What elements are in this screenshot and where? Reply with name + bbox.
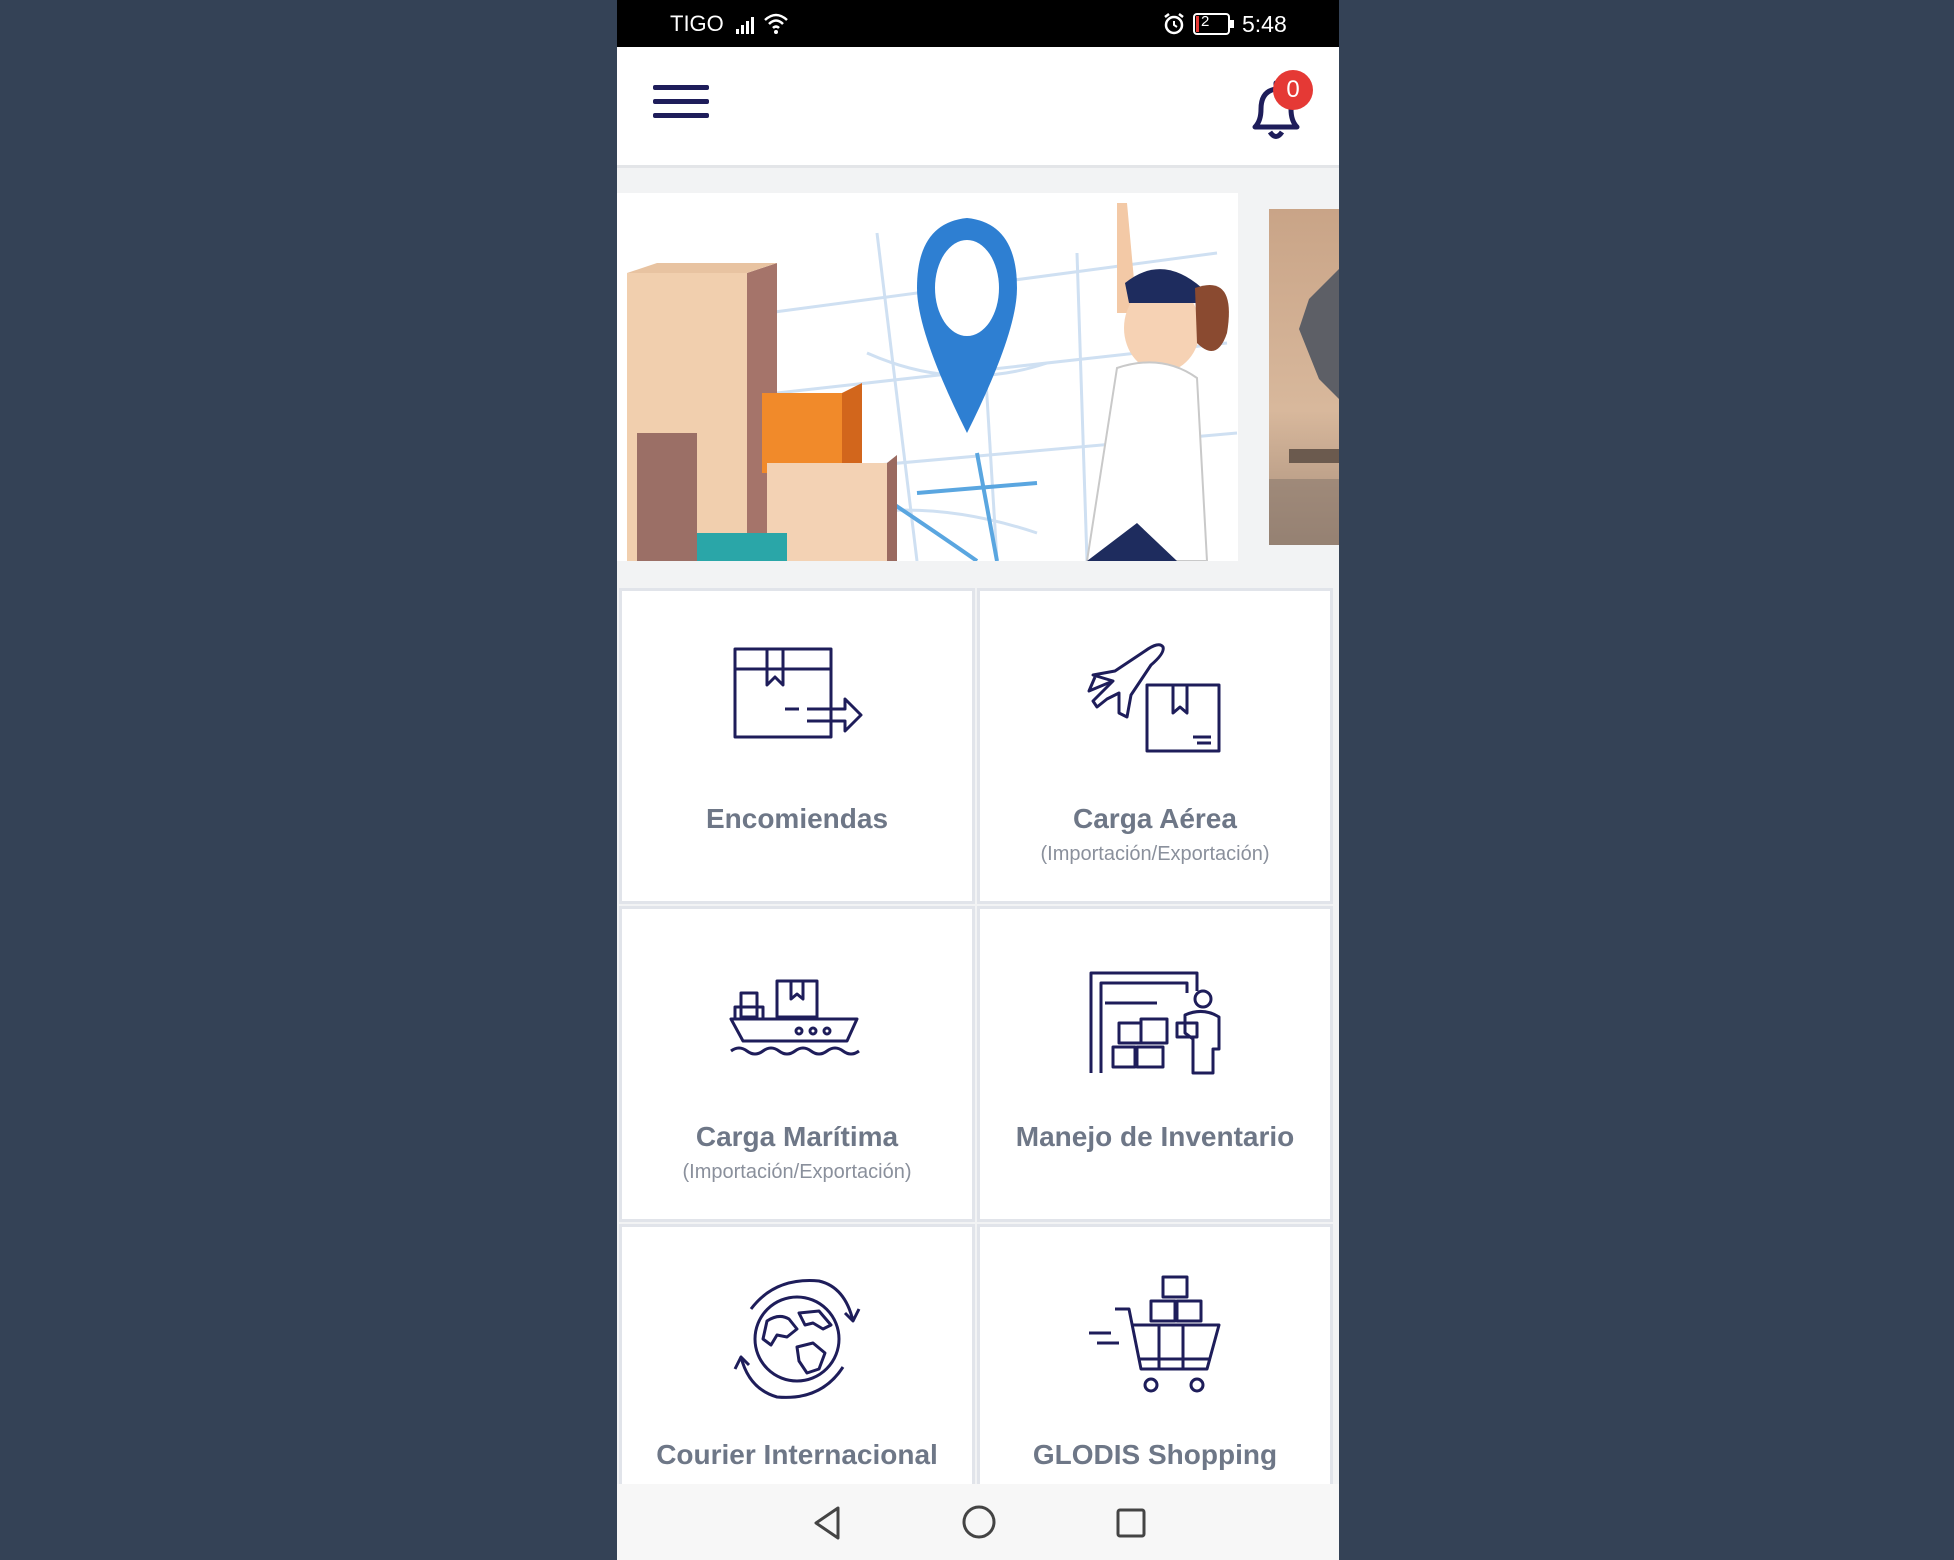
carousel-slide-ship[interactable] [1269,209,1339,545]
phone-screen: TIGO 2 5:48 0 Encomiendas Carga Aérea (I… [617,0,1339,1560]
home-circle-icon[interactable] [961,1504,997,1540]
ship-cargo-icon [729,979,860,1056]
hamburger-menu-icon[interactable] [653,85,709,127]
package-arrow-icon [733,647,863,739]
battery-level: 2 [1201,13,1210,30]
globe-arrows-icon [733,1279,861,1399]
alarm-icon [1164,13,1184,35]
shopping-cart-boxes-icon [1089,1275,1221,1393]
notification-badge: 0 [1273,70,1313,110]
banner-carousel[interactable] [617,168,1339,588]
recent-apps-square-icon[interactable] [1114,1506,1148,1540]
service-card-encomiendas[interactable]: Encomiendas [619,588,975,904]
service-title: Encomiendas [705,803,889,834]
service-card-carga-maritima[interactable]: Carga Marítima (Importación/Exportación) [619,906,975,1222]
airplane-box-icon [1087,643,1221,753]
service-title: Carga Marítima [695,1121,899,1152]
service-title: Manejo de Inventario [1015,1121,1295,1152]
service-subtitle: (Importación/Exportación) [1040,843,1270,865]
app-header: 0 [617,47,1339,168]
wifi-icon [764,13,788,34]
battery-icon: 2 [1193,12,1235,36]
service-title: Carga Aérea [1073,803,1237,834]
back-triangle-icon[interactable] [810,1504,844,1542]
carrier-name: TIGO [670,11,724,36]
clock: 5:48 [1242,11,1287,37]
system-nav-bar [617,1484,1339,1560]
delivery-illustration [617,193,1238,561]
service-title: GLODIS Shopping [1032,1439,1278,1470]
ship-photo [1269,209,1339,545]
service-title: Courier Internacional [656,1439,938,1470]
service-card-inventario[interactable]: Manejo de Inventario [977,906,1333,1222]
service-subtitle: (Importación/Exportación) [682,1161,912,1183]
carousel-slide-delivery[interactable] [617,193,1238,561]
signal-icon [736,17,754,34]
service-card-carga-aerea[interactable]: Carga Aérea (Importación/Exportación) [977,588,1333,904]
warehouse-worker-icon [1089,971,1221,1075]
status-bar: TIGO 2 5:48 [617,0,1339,47]
